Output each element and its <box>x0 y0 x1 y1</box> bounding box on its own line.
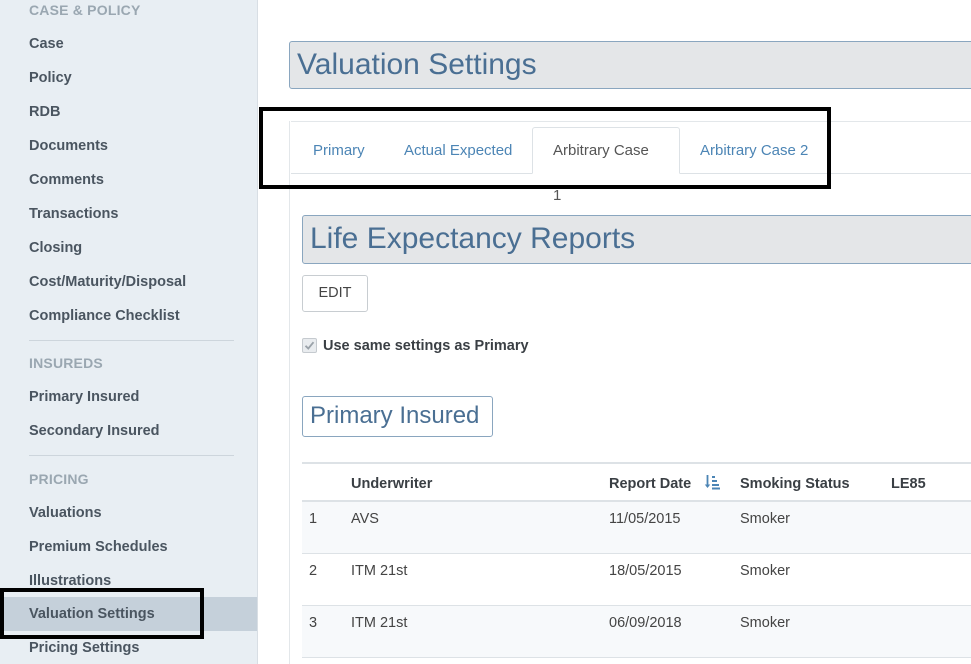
tab-arbitrary-case-2[interactable]: Arbitrary Case 2 <box>680 127 828 174</box>
sidebar-item-valuations[interactable]: Valuations <box>0 496 257 530</box>
page-title-bar: Valuation Settings <box>289 41 971 89</box>
sidebar-item-transactions[interactable]: Transactions <box>0 197 257 231</box>
sidebar-item-comments[interactable]: Comments <box>0 163 257 197</box>
primary-insured-heading: Primary Insured <box>310 402 480 429</box>
cell-smoking-status: Smoker <box>740 615 790 631</box>
sidebar-heading-insureds: INSUREDS <box>29 355 103 371</box>
cell-report-date: 11/05/2015 <box>609 511 681 527</box>
primary-insured-heading-box: Primary Insured <box>302 396 493 437</box>
cell-index: 2 <box>309 563 318 579</box>
sidebar-item-cost-maturity-disposal[interactable]: Cost/Maturity/Disposal <box>0 265 257 299</box>
column-header-smoking-status[interactable]: Smoking Status <box>740 476 850 492</box>
use-same-settings-label: Use same settings as Primary <box>323 338 529 354</box>
cell-underwriter: AVS <box>351 511 379 527</box>
sidebar-item-primary-insured[interactable]: Primary Insured <box>0 380 257 414</box>
cell-index: 3 <box>309 615 318 631</box>
table-header: Underwriter Report Date Smoking Status L… <box>302 462 971 502</box>
sidebar-heading-pricing: PRICING <box>29 471 89 487</box>
cell-report-date: 18/05/2015 <box>609 563 682 579</box>
content-top-border <box>291 121 971 122</box>
tab-primary[interactable]: Primary <box>293 127 385 174</box>
sidebar: CASE & POLICY Case Policy RDB Documents … <box>0 0 258 664</box>
sidebar-item-compliance-checklist[interactable]: Compliance Checklist <box>0 299 257 333</box>
sidebar-item-policy[interactable]: Policy <box>0 61 257 95</box>
sidebar-item-secondary-insured[interactable]: Secondary Insured <box>0 414 257 448</box>
cell-smoking-status: Smoker <box>740 511 790 527</box>
life-expectancy-header: Life Expectancy Reports <box>302 215 971 264</box>
cell-smoking-status: Smoker <box>740 563 790 579</box>
column-header-le85[interactable]: LE85 <box>891 476 926 492</box>
tab-actual-expected[interactable]: Actual Expected <box>384 127 532 174</box>
cell-index: 1 <box>309 511 318 527</box>
use-same-settings-checkbox[interactable] <box>302 338 317 353</box>
sidebar-item-case[interactable]: Case <box>0 27 257 61</box>
sidebar-heading-case-policy: CASE & POLICY <box>29 2 141 18</box>
sidebar-divider <box>29 455 234 456</box>
cell-report-date: 06/09/2018 <box>609 615 682 631</box>
sort-desc-icon[interactable] <box>704 474 720 490</box>
check-icon <box>304 341 315 350</box>
sidebar-item-closing[interactable]: Closing <box>0 231 257 265</box>
sidebar-item-pricing-settings[interactable]: Pricing Settings <box>0 631 257 664</box>
sidebar-item-documents[interactable]: Documents <box>0 129 257 163</box>
section-title: Life Expectancy Reports <box>310 222 636 255</box>
sidebar-divider <box>29 340 234 341</box>
tab-arbitrary-case-1[interactable]: Arbitrary Case 1 <box>532 127 680 204</box>
sidebar-item-illustrations[interactable]: Illustrations <box>0 564 257 598</box>
page-title: Valuation Settings <box>297 48 537 81</box>
edit-button[interactable]: EDIT <box>302 275 368 312</box>
table-row[interactable]: 2 ITM 21st 18/05/2015 Smoker <box>302 554 971 606</box>
column-header-underwriter[interactable]: Underwriter <box>351 476 432 492</box>
cell-underwriter: ITM 21st <box>351 563 408 579</box>
sidebar-item-rdb[interactable]: RDB <box>0 95 257 129</box>
sidebar-item-valuation-settings[interactable]: Valuation Settings <box>0 597 257 631</box>
table-row[interactable]: 3 ITM 21st 06/09/2018 Smoker <box>302 606 971 658</box>
sidebar-item-premium-schedules[interactable]: Premium Schedules <box>0 530 257 564</box>
cell-underwriter: ITM 21st <box>351 615 408 631</box>
app-window: CASE & POLICY Case Policy RDB Documents … <box>0 0 971 664</box>
column-header-report-date[interactable]: Report Date <box>609 476 691 492</box>
table-row[interactable]: 1 AVS 11/05/2015 Smoker <box>302 502 971 554</box>
content-border <box>289 121 290 664</box>
